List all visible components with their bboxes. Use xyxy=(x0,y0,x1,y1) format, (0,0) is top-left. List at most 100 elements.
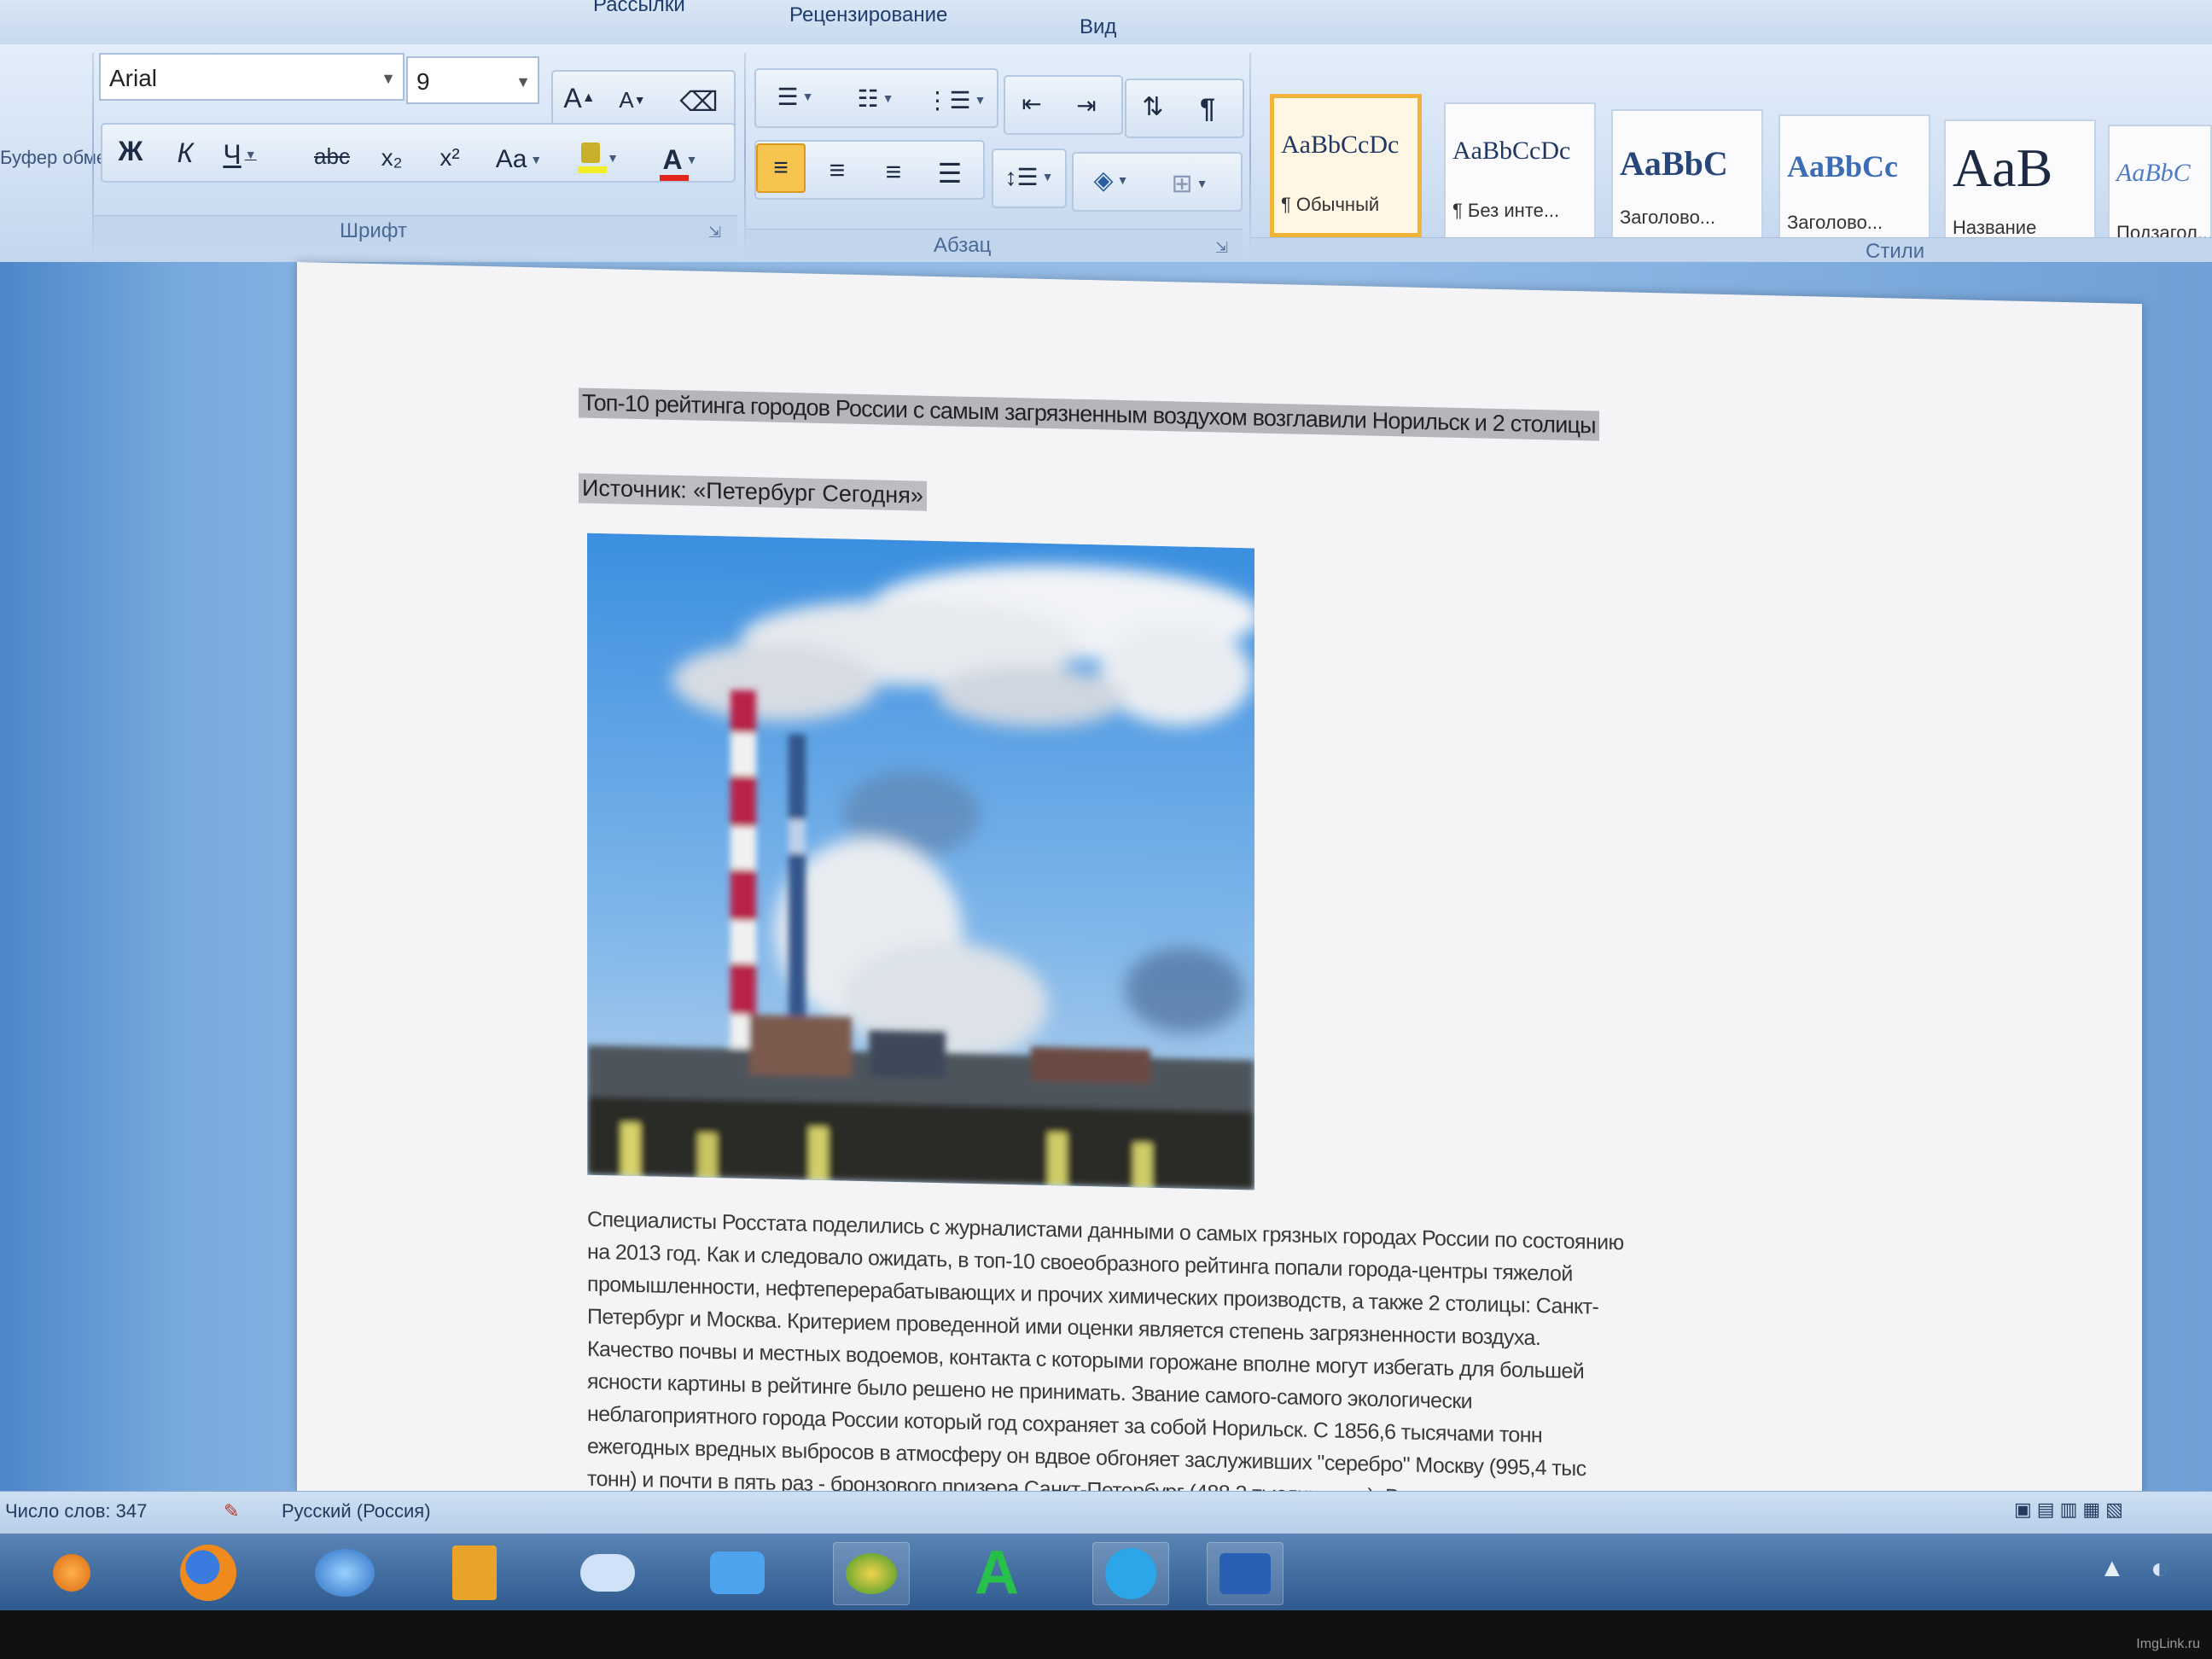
tab-view[interactable]: Вид xyxy=(1080,10,1116,44)
bullet-list-icon: ☰ xyxy=(777,83,799,110)
style-name: Заголово... xyxy=(1787,212,1883,233)
ie-icon[interactable] xyxy=(307,1542,382,1604)
agent-icon[interactable]: A xyxy=(959,1539,1034,1607)
subscript-icon: x₂ xyxy=(381,144,403,171)
media-player-icon[interactable] xyxy=(34,1542,109,1604)
line-spacing-button[interactable]: ↕☰ ▼ xyxy=(995,152,1063,201)
ribbon-tab-bar: Рассылки Рецензирование Вид xyxy=(0,0,2212,45)
document-page[interactable]: Топ-10 рейтинга городов России с самым з… xyxy=(297,262,2142,1534)
style-no-spacing[interactable]: AaBbCcDc ¶ Без инте... xyxy=(1444,102,1596,246)
watermark-text: ImgLink.ru xyxy=(2136,1637,2200,1651)
align-left-icon: ≡ xyxy=(773,154,789,182)
increase-indent-button[interactable]: ⇥ xyxy=(1062,80,1111,130)
eraser-icon: ⌫ xyxy=(679,86,719,117)
styles-group-label: Стили xyxy=(1866,240,1925,263)
skype-icon[interactable] xyxy=(1092,1542,1169,1605)
document-workspace: Топ-10 рейтинга городов России с самым з… xyxy=(0,262,2212,1534)
dialog-launcher-icon[interactable]: ⇲ xyxy=(708,224,721,242)
highlight-color-button[interactable]: ▼ xyxy=(568,133,628,183)
style-name: Заголово... xyxy=(1620,207,1716,228)
mail-icon[interactable] xyxy=(700,1542,775,1604)
justify-icon: ☰ xyxy=(937,158,963,189)
sort-button[interactable]: ⇅ xyxy=(1128,82,1178,131)
multilevel-list-icon: ⋮☰ xyxy=(925,86,971,114)
underline-icon: Ч xyxy=(223,138,242,170)
numbering-button[interactable]: ☷ ▼ xyxy=(840,73,911,123)
style-name: Название xyxy=(1953,217,2037,238)
grow-font-button[interactable]: A ▲ xyxy=(555,73,604,123)
multilevel-list-button[interactable]: ⋮☰ ▼ xyxy=(920,75,992,125)
underline-button[interactable]: Ч ▼ xyxy=(215,130,265,179)
decrease-indent-button[interactable]: ⇤ xyxy=(1007,79,1057,128)
font-color-icon: A xyxy=(659,143,689,181)
archive-icon[interactable] xyxy=(437,1542,512,1604)
justify-button[interactable]: ☰ xyxy=(925,148,975,198)
document-headline[interactable]: Топ-10 рейтинга городов России с самым з… xyxy=(579,387,1599,441)
style-normal[interactable]: AaBbCcDc ¶ Обычный xyxy=(1270,94,1422,237)
language-indicator[interactable]: Русский (Россия) xyxy=(282,1500,431,1522)
outdent-icon: ⇤ xyxy=(1022,90,1042,117)
clear-formatting-button[interactable]: ⌫ xyxy=(674,77,724,126)
paragraph-caption-bar xyxy=(746,229,1243,260)
font-group-label: Шрифт xyxy=(340,219,407,242)
sort-icon: ⇅ xyxy=(1142,92,1164,121)
word-icon[interactable] xyxy=(1207,1542,1284,1605)
italic-button[interactable]: К xyxy=(160,128,210,178)
bold-button[interactable]: Ж xyxy=(106,126,155,176)
italic-icon: К xyxy=(177,137,194,168)
align-left-button[interactable]: ≡ xyxy=(756,143,806,193)
taskbar: A ▲ ◐ xyxy=(0,1534,2212,1610)
shading-button[interactable]: ◈ ▼ xyxy=(1075,155,1147,205)
style-heading-2[interactable]: AaBbCc Заголово... xyxy=(1778,114,1930,258)
subscript-button[interactable]: x₂ xyxy=(367,133,416,183)
view-buttons-icon[interactable]: ▣▤▥▦▧ xyxy=(2014,1499,2128,1521)
show-marks-button[interactable]: ¶ xyxy=(1183,84,1232,133)
messenger-icon[interactable] xyxy=(570,1542,645,1604)
borders-button[interactable]: ⊞ ▼ xyxy=(1154,159,1225,208)
style-name: ¶ Без инте... xyxy=(1452,200,1560,221)
game-icon[interactable] xyxy=(833,1542,910,1605)
chevron-down-icon[interactable]: ▼ xyxy=(381,55,396,102)
bullets-button[interactable]: ☰ ▼ xyxy=(760,72,831,121)
style-sample: AaBbCc xyxy=(1787,149,1899,183)
align-right-icon: ≡ xyxy=(885,155,902,187)
font-size-value: 9 xyxy=(416,68,430,95)
firefox-icon[interactable] xyxy=(171,1542,246,1604)
chevron-down-icon[interactable]: ▼ xyxy=(515,58,531,106)
tab-review[interactable]: Рецензирование xyxy=(789,0,947,32)
style-heading-1[interactable]: AaBbC Заголово... xyxy=(1611,109,1763,253)
border-grid-icon: ⊞ xyxy=(1171,169,1193,198)
group-separator xyxy=(744,53,746,258)
align-center-button[interactable]: ≡ xyxy=(812,145,862,195)
document-source[interactable]: Источник: «Петербург Сегодня» xyxy=(579,473,927,511)
paint-bucket-icon: ◈ xyxy=(1093,166,1114,195)
line-spacing-icon: ↕☰ xyxy=(1004,163,1039,190)
status-bar: Число слов: 347 ✎ Русский (Россия) ▣▤▥▦▧ xyxy=(0,1491,2212,1534)
strikethrough-icon: abc xyxy=(314,143,350,169)
document-image-smokestacks[interactable] xyxy=(587,533,1254,1190)
change-case-button[interactable]: Aa ▼ xyxy=(488,135,550,184)
superscript-icon: x² xyxy=(439,144,460,171)
style-sample: AaB xyxy=(1953,137,2053,198)
align-center-icon: ≡ xyxy=(829,154,846,185)
strikethrough-button[interactable]: abc xyxy=(307,131,357,181)
tab-mailings[interactable]: Рассылки xyxy=(593,0,685,22)
indent-icon: ⇥ xyxy=(1076,91,1097,119)
smokestack-photo xyxy=(587,533,1254,1190)
spellcheck-icon[interactable]: ✎ xyxy=(224,1500,239,1522)
font-color-letter: A xyxy=(662,143,683,175)
tray-arrow-icon[interactable]: ▲ xyxy=(2099,1554,2125,1583)
font-color-button[interactable]: A ▼ xyxy=(649,135,712,184)
monitor-bezel: ImgLink.ru xyxy=(0,1610,2212,1659)
word-count[interactable]: Число слов: 347 xyxy=(5,1500,147,1522)
tray-network-icon[interactable]: ◐ xyxy=(2151,1552,2168,1586)
font-caption-bar xyxy=(94,215,737,247)
style-sample: AaBbCcDc xyxy=(1452,137,1571,165)
shrink-font-button[interactable]: A ▼ xyxy=(608,75,657,125)
font-size-combo[interactable]: 9 ▼ xyxy=(406,56,539,104)
font-name-combo[interactable]: Arial ▼ xyxy=(99,53,405,101)
dialog-launcher-icon[interactable]: ⇲ xyxy=(1215,239,1228,257)
shrink-font-icon: A xyxy=(619,86,634,113)
superscript-button[interactable]: x² xyxy=(425,133,474,183)
align-right-button[interactable]: ≡ xyxy=(869,147,918,196)
